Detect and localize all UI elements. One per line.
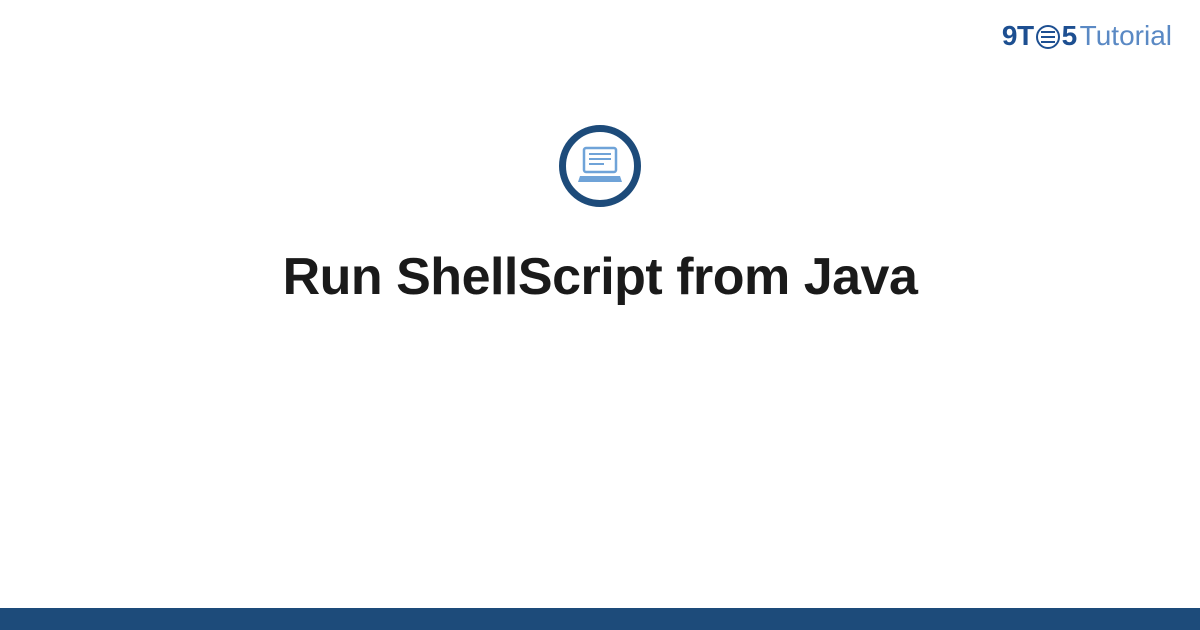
brand-circle-icon <box>1036 25 1060 49</box>
laptop-icon <box>559 125 641 207</box>
brand-text-tutorial: Tutorial <box>1080 20 1172 52</box>
footer-bar <box>0 608 1200 630</box>
brand-text-5: 5 <box>1062 20 1077 52</box>
page-title: Run ShellScript from Java <box>283 247 918 307</box>
laptop-svg <box>576 146 624 186</box>
brand-logo: 9T 5 Tutorial <box>1002 20 1172 52</box>
brand-text-9t: 9T <box>1002 20 1034 52</box>
main-content: Run ShellScript from Java <box>0 125 1200 307</box>
